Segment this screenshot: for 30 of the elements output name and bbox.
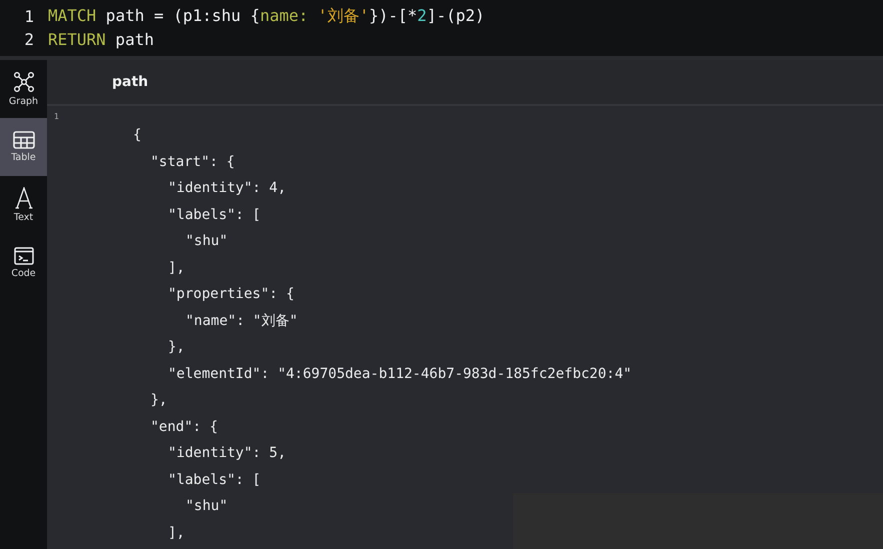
json-line: "name": "刘备" [186, 312, 298, 330]
query-editor[interactable]: 1 MATCH path = (p1:shu {name: '刘备'})-[*2]-(p2) 2 RETURN path [0, 0, 883, 56]
json-line: "end": { [150, 418, 218, 435]
json-line: ], [168, 524, 185, 541]
table-icon [12, 131, 34, 149]
json-line: "elementId": "4:69705dea-b112-46b7-983d-185fc2efbc20:4" [168, 366, 632, 382]
row-number: 1 [53, 112, 60, 121]
terminal-icon [14, 247, 34, 265]
json-line: "shu" [186, 233, 228, 250]
view-tab[interactable]: Text [0, 176, 47, 234]
line-number: 1 [23, 7, 35, 26]
view-tab[interactable]: Graph [0, 60, 47, 118]
query-code-line: RETURN path [48, 30, 154, 49]
view-tab[interactable]: Table [0, 118, 47, 176]
json-line: "labels": [ [168, 206, 261, 223]
json-line: { [133, 127, 142, 144]
json-line: "shu" [186, 498, 228, 514]
query-code-line: MATCH path = (p1:shu {name: '刘备'})-[*2]-(p2) [48, 6, 485, 27]
json-line: "properties": { [168, 286, 294, 302]
graph-icon [12, 71, 34, 93]
letter-a-icon [14, 187, 32, 209]
line-number: 2 [23, 30, 35, 49]
json-line: "start": { [150, 154, 235, 170]
json-line: "identity": 5, [168, 445, 286, 462]
json-line: "identity": 4, [168, 180, 286, 196]
json-line: "labels": [ [168, 472, 261, 488]
json-line: }, [168, 339, 185, 356]
json-line: ], [168, 260, 185, 276]
view-tab[interactable]: Code [0, 234, 47, 292]
json-line: }, [150, 392, 168, 408]
